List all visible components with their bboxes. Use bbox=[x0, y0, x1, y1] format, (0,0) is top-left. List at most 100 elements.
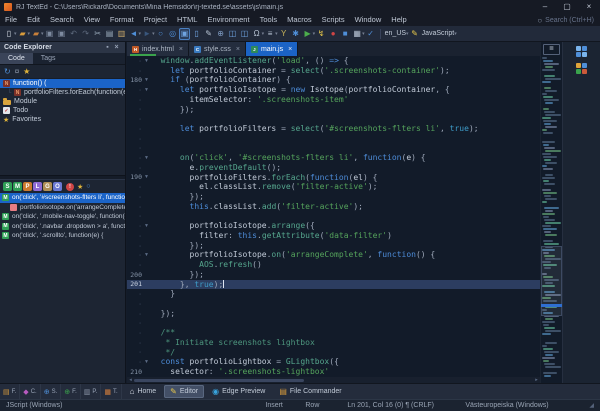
code-line[interactable]: · bbox=[127, 143, 540, 153]
favorites-icon[interactable]: ★ bbox=[77, 183, 83, 191]
code-line[interactable]: · let portfolioContainer = select('.scre… bbox=[127, 66, 540, 76]
menu-html[interactable]: HTML bbox=[172, 14, 202, 26]
code-line[interactable]: 201 }, true); bbox=[127, 280, 540, 290]
code-line[interactable]: · */ bbox=[127, 348, 540, 358]
navigate-forward-icon[interactable]: ► bbox=[142, 28, 153, 40]
code-line[interactable]: · this.classList.add('filter-active'); bbox=[127, 202, 540, 212]
menu-environment[interactable]: Environment bbox=[202, 14, 254, 26]
settings-icon[interactable]: ¤ bbox=[15, 67, 19, 77]
minimize-button[interactable]: – bbox=[534, 0, 556, 14]
redo-icon[interactable]: ↷ bbox=[80, 28, 91, 40]
function-list-item[interactable]: Mon('click', '#screenshots-flters li', f… bbox=[0, 193, 125, 203]
fold-marker-icon[interactable]: ▼ bbox=[142, 58, 151, 64]
search-icon[interactable]: ○ bbox=[155, 28, 166, 40]
code-line[interactable]: · bbox=[127, 318, 540, 328]
syntax-mode-dropdown-icon[interactable]: ▾ bbox=[454, 31, 457, 37]
tree-item[interactable]: └NportfolioFilters.forEach(function(el) … bbox=[0, 88, 125, 97]
code-line[interactable]: · bbox=[127, 299, 540, 309]
record-macro-icon[interactable]: ● bbox=[328, 28, 339, 40]
status-caret-position[interactable]: Ln 201, Col 16 (0) ¶ (CRLF) bbox=[347, 402, 465, 409]
code-line[interactable]: · bbox=[127, 134, 540, 144]
layout-grid-icon[interactable] bbox=[576, 46, 587, 57]
run-tool-icon[interactable]: ✱ bbox=[290, 28, 301, 40]
editor-tab-main-js[interactable]: Jmain.js× bbox=[246, 42, 298, 56]
search-replace-icon[interactable]: ◎ bbox=[167, 28, 178, 40]
filter-g-button[interactable]: G bbox=[43, 182, 52, 191]
code-line[interactable]: · /** bbox=[127, 328, 540, 338]
undo-icon[interactable]: ↶ bbox=[68, 28, 79, 40]
code-line[interactable]: · }); bbox=[127, 105, 540, 115]
copy-icon[interactable]: ▤ bbox=[104, 28, 115, 40]
close-button[interactable]: × bbox=[578, 0, 600, 14]
code-explorer-toggle-icon[interactable]: ▣ bbox=[179, 28, 190, 40]
refresh-icon[interactable]: ↻ bbox=[4, 67, 11, 77]
code-line[interactable]: · filter: this.getAttribute('data-filter… bbox=[127, 231, 540, 241]
menu-window[interactable]: Window bbox=[350, 14, 387, 26]
code-line[interactable]: ·▼ portfolioIsotope.arrange({ bbox=[127, 221, 540, 231]
tab-close-icon[interactable]: × bbox=[236, 46, 240, 53]
paste-icon[interactable]: ▥ bbox=[116, 28, 127, 40]
spell-language-select[interactable]: en_US bbox=[385, 30, 406, 37]
browser-preview-icon[interactable]: ⊕ bbox=[215, 28, 226, 40]
special-characters-dropdown-icon[interactable]: ▾ bbox=[262, 31, 265, 37]
code-line[interactable]: ·▼ on('click', '#screenshots-flters li',… bbox=[127, 153, 540, 163]
view-tab-edge-preview[interactable]: ◉Edge Preview bbox=[206, 385, 271, 398]
tab-close-icon[interactable]: × bbox=[288, 46, 292, 53]
editor-tab-index-html[interactable]: Hindex.html× bbox=[127, 42, 189, 56]
function-list-item[interactable]: Mon('click', '.mobile-nav-toggle', funct… bbox=[0, 212, 125, 222]
tree-item[interactable]: ✓Todo bbox=[0, 106, 125, 115]
menu-view[interactable]: View bbox=[79, 14, 105, 26]
code-line[interactable]: · * Initiate screenshots lightbox bbox=[127, 338, 540, 348]
navigate-back-dropdown-icon[interactable]: ▾ bbox=[139, 31, 142, 37]
menu-macros[interactable]: Macros bbox=[282, 14, 317, 26]
pin-icon[interactable]: ▪ bbox=[103, 44, 112, 51]
status-wrap-mode[interactable]: Row bbox=[305, 402, 347, 409]
tab-tags[interactable]: Tags bbox=[33, 53, 64, 64]
code-line[interactable]: · let portfolioFilters = select('#screen… bbox=[127, 124, 540, 134]
maximize-button[interactable]: ▢ bbox=[556, 0, 578, 14]
document-edit-icon[interactable]: ✎ bbox=[203, 28, 214, 40]
view-tab-file-commander[interactable]: ▤File Commander bbox=[273, 385, 347, 398]
panel-tab-5[interactable]: ▦T. bbox=[101, 384, 121, 400]
stop-icon[interactable]: ■ bbox=[340, 28, 351, 40]
code-line[interactable]: · }); bbox=[127, 309, 540, 319]
code-line[interactable]: · e.preventDefault(); bbox=[127, 163, 540, 173]
filter-m-button[interactable]: M bbox=[13, 182, 22, 191]
panel-tab-4[interactable]: ▥P. bbox=[81, 384, 102, 400]
run-script-icon[interactable]: ▶ bbox=[302, 28, 313, 40]
code-line[interactable]: ·▼ const portfolioLightbox = GLightbox({ bbox=[127, 357, 540, 367]
function-list-item[interactable]: Mon('click', '.navbar .dropdown > a', fu… bbox=[0, 222, 125, 232]
insert-table-icon[interactable]: ▦ bbox=[352, 28, 363, 40]
code-line[interactable]: · }); bbox=[127, 192, 540, 202]
code-line[interactable]: 200 }); bbox=[127, 270, 540, 280]
function-list-item[interactable]: Mon('click', '.scrollto', function(e) { bbox=[0, 231, 125, 241]
filter-l-button[interactable]: L bbox=[33, 182, 42, 191]
split-horizontal-icon[interactable]: ◫ bbox=[227, 28, 238, 40]
menu-edit[interactable]: Edit bbox=[22, 14, 45, 26]
code-line[interactable]: ·▼ let portfolioIsotope = new Isotope(po… bbox=[127, 85, 540, 95]
code-line[interactable]: · }); bbox=[127, 241, 540, 251]
favorites-icon[interactable]: ★ bbox=[23, 67, 30, 77]
spell-check-icon[interactable]: ✓ bbox=[365, 28, 376, 40]
menu-project[interactable]: Project bbox=[139, 14, 172, 26]
code-line[interactable]: · bbox=[127, 212, 540, 222]
fold-marker-icon[interactable]: ▼ bbox=[142, 252, 151, 258]
cut-icon[interactable]: ✂ bbox=[92, 28, 103, 40]
panel-tab-3[interactable]: ⊕F. bbox=[61, 384, 81, 400]
editor-tab-style-css[interactable]: Cstyle.css× bbox=[189, 42, 246, 56]
fold-marker-icon[interactable]: ▼ bbox=[142, 77, 151, 83]
syntax-mode-select[interactable]: JavaScript bbox=[422, 30, 455, 37]
tab-code[interactable]: Code bbox=[0, 53, 33, 64]
code-line[interactable]: 190▼ portfolioFilters.forEach(function(e… bbox=[127, 173, 540, 183]
document-panel-icon[interactable]: ▯ bbox=[191, 28, 202, 40]
pen-icon[interactable]: ✎ bbox=[409, 28, 420, 40]
panel-tab-0[interactable]: ▤F. bbox=[0, 384, 20, 400]
tree-item[interactable]: ★Favorites bbox=[0, 115, 125, 124]
plugins-icon[interactable] bbox=[576, 63, 587, 74]
close-icon[interactable]: × bbox=[112, 44, 121, 51]
split-vertical-icon[interactable]: ◫ bbox=[239, 28, 250, 40]
special-characters-icon[interactable]: Ω bbox=[251, 28, 262, 40]
fold-marker-icon[interactable]: ▼ bbox=[142, 359, 151, 365]
tree-item[interactable]: Module bbox=[0, 97, 125, 106]
menu-tools[interactable]: Tools bbox=[255, 14, 283, 26]
